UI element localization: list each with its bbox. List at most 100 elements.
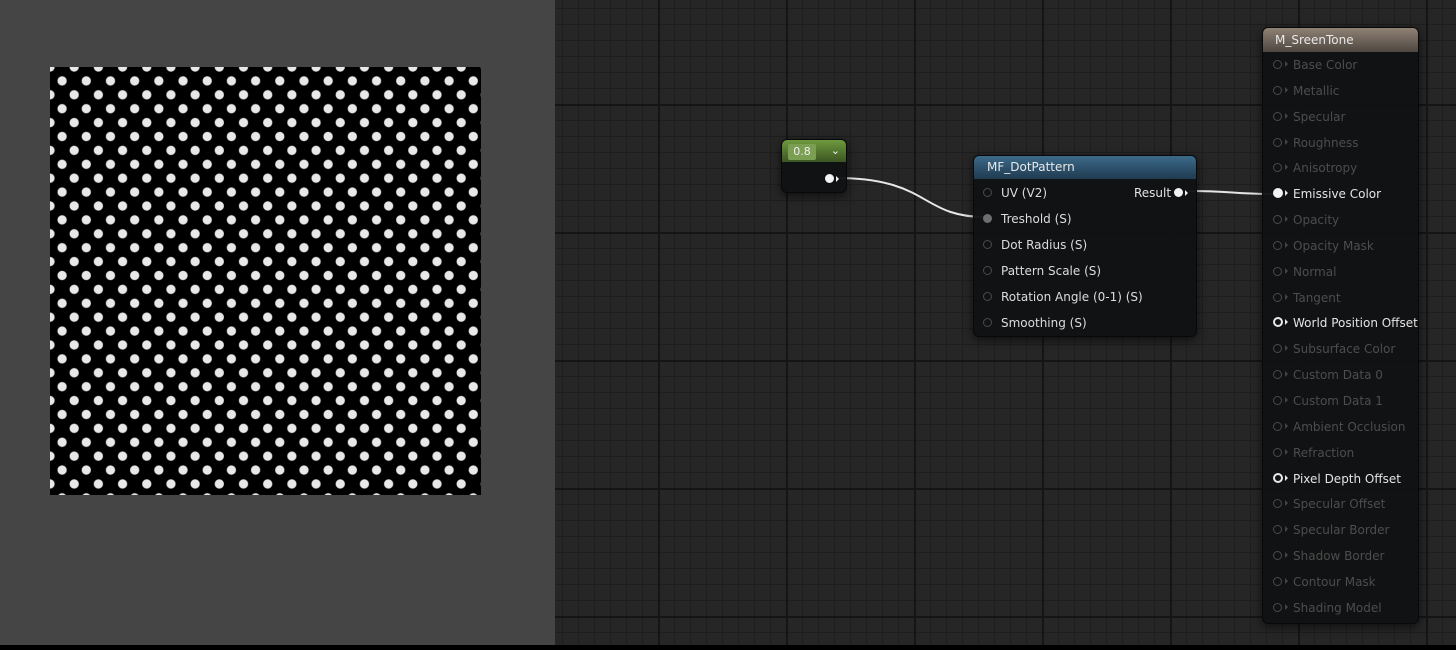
material-label-world-position-offset: World Position Offset: [1293, 316, 1418, 331]
material-label-roughness: Roughness: [1293, 135, 1359, 150]
dot-pattern-node-title[interactable]: MF_DotPattern: [974, 156, 1196, 179]
material-input-opacity-mask[interactable]: Opacity Mask: [1263, 233, 1418, 259]
material-input-pixel-depth-offset[interactable]: Pixel Depth Offset: [1263, 466, 1418, 492]
material-input-custom-data-0[interactable]: Custom Data 0: [1263, 362, 1418, 388]
input-pin-treshold[interactable]: [983, 214, 992, 223]
result-output-arrow-icon: [1185, 190, 1188, 196]
material-input-emissive-color[interactable]: Emissive Color: [1263, 181, 1418, 207]
pin-arrow-icon: [1285, 526, 1288, 533]
pin-arrow-icon: [1285, 164, 1288, 171]
input-pin-dot-radius[interactable]: [983, 240, 992, 249]
material-label-base-color: Base Color: [1293, 58, 1358, 72]
material-input-refraction[interactable]: Refraction: [1263, 440, 1418, 466]
material-label-opacity-mask: Opacity Mask: [1293, 238, 1374, 253]
material-pin-refraction[interactable]: [1273, 447, 1282, 457]
material-preview-viewport[interactable]: [0, 0, 555, 645]
material-pin-shadow-border[interactable]: [1273, 551, 1282, 561]
pin-arrow-icon: [1285, 396, 1288, 403]
material-input-roughness[interactable]: Roughness: [1263, 130, 1418, 156]
pin-arrow-icon: [1285, 345, 1288, 352]
dot-pattern-function-node[interactable]: MF_DotPattern UV (V2) Treshold (S) Dot Rad…: [973, 155, 1197, 337]
material-input-shadow-border[interactable]: Shadow Border: [1263, 543, 1418, 569]
input-label-treshold: Treshold (S): [1001, 212, 1072, 226]
pin-arrow-icon: [1285, 448, 1288, 455]
material-input-contour-mask[interactable]: Contour Mask: [1263, 569, 1418, 595]
input-label-pattern-scale: Pattern Scale (S): [1001, 264, 1102, 278]
pin-arrow-icon: [1285, 267, 1288, 274]
pin-arrow-icon: [1285, 190, 1288, 197]
material-input-anisotropy[interactable]: Anisotropy: [1263, 155, 1418, 181]
material-pin-pixel-depth-offset[interactable]: [1273, 472, 1283, 483]
material-label-refraction: Refraction: [1293, 445, 1355, 460]
material-pin-tangent[interactable]: [1273, 292, 1282, 302]
material-input-specular[interactable]: Specular: [1263, 104, 1418, 130]
material-result-node[interactable]: M_SreenTone Base Color Metallic Specular Ro…: [1262, 27, 1419, 624]
bottom-edge: [0, 645, 1456, 650]
result-output-pin[interactable]: [1174, 188, 1183, 197]
material-pin-roughness[interactable]: [1273, 137, 1282, 147]
material-pin-emissive-color[interactable]: [1273, 188, 1283, 199]
material-input-metallic[interactable]: Metallic: [1263, 78, 1418, 104]
input-pin-smoothing[interactable]: [983, 318, 992, 327]
input-row-rotation-angle[interactable]: Rotation Angle (0-1) (S): [974, 284, 1196, 310]
material-input-world-position-offset[interactable]: World Position Offset: [1263, 310, 1418, 336]
material-pin-specular[interactable]: [1273, 111, 1282, 121]
material-label-shading-model: Shading Model: [1293, 600, 1382, 615]
material-input-base-color[interactable]: Base Color: [1263, 52, 1418, 78]
material-label-normal: Normal: [1293, 264, 1337, 279]
pin-arrow-icon: [1285, 112, 1288, 119]
material-pin-subsurface-color[interactable]: [1273, 344, 1282, 354]
material-input-ambient-occlusion[interactable]: Ambient Occlusion: [1263, 414, 1418, 440]
input-row-dot-radius[interactable]: Dot Radius (S): [974, 232, 1196, 258]
pin-arrow-icon: [1285, 61, 1288, 67]
input-row-pattern-scale[interactable]: Pattern Scale (S): [974, 258, 1196, 284]
constant-node-header[interactable]: 0.8 ⌄: [782, 140, 846, 162]
input-row-treshold[interactable]: Treshold (S): [974, 206, 1196, 232]
material-pin-shading-model[interactable]: [1273, 602, 1282, 612]
pin-arrow-icon: [1285, 500, 1288, 507]
material-pin-world-position-offset[interactable]: [1273, 317, 1283, 328]
material-input-tangent[interactable]: Tangent: [1263, 285, 1418, 311]
pin-arrow-icon: [1285, 86, 1288, 93]
material-pin-custom-data-1[interactable]: [1273, 395, 1282, 405]
material-pin-opacity[interactable]: [1273, 215, 1282, 225]
material-label-opacity: Opacity: [1293, 213, 1340, 228]
material-input-shading-model[interactable]: Shading Model: [1263, 595, 1418, 621]
material-input-specular-offset[interactable]: Specular Offset: [1263, 491, 1418, 517]
constant-node[interactable]: 0.8 ⌄: [781, 139, 847, 193]
input-pin-uv[interactable]: [983, 188, 992, 197]
material-pin-normal[interactable]: [1273, 266, 1282, 276]
input-label-uv: UV (V2): [1001, 186, 1048, 200]
material-label-emissive-color: Emissive Color: [1293, 187, 1382, 202]
input-row-smoothing[interactable]: Smoothing (S): [974, 310, 1196, 336]
material-label-subsurface-color: Subsurface Color: [1293, 342, 1396, 357]
material-pin-opacity-mask[interactable]: [1273, 240, 1282, 250]
material-pin-specular-border[interactable]: [1273, 525, 1282, 535]
material-input-subsurface-color[interactable]: Subsurface Color: [1263, 336, 1418, 362]
material-pin-metallic[interactable]: [1273, 85, 1282, 95]
material-label-tangent: Tangent: [1293, 290, 1341, 305]
material-input-specular-border[interactable]: Specular Border: [1263, 517, 1418, 543]
material-pin-custom-data-0[interactable]: [1273, 370, 1282, 380]
material-node-title[interactable]: M_SreenTone: [1263, 28, 1418, 52]
chevron-down-icon[interactable]: ⌄: [831, 140, 840, 162]
result-output-label: Result: [1134, 186, 1172, 200]
pin-arrow-icon: [1285, 371, 1288, 378]
material-pin-contour-mask[interactable]: [1273, 576, 1282, 586]
constant-output-pin[interactable]: [825, 174, 834, 183]
material-pin-specular-offset[interactable]: [1273, 499, 1282, 509]
input-pin-rotation-angle[interactable]: [983, 292, 992, 301]
material-pin-ambient-occlusion[interactable]: [1273, 421, 1282, 431]
material-input-normal[interactable]: Normal: [1263, 259, 1418, 285]
material-input-list: Base Color Metallic Specular Roughness Aniso…: [1263, 52, 1418, 621]
screen-tone-preview-image: [50, 67, 481, 495]
material-label-specular-border: Specular Border: [1293, 523, 1390, 538]
material-input-opacity[interactable]: Opacity: [1263, 207, 1418, 233]
constant-value[interactable]: 0.8: [788, 144, 816, 160]
pin-arrow-icon: [1285, 603, 1288, 610]
pin-arrow-icon: [1285, 293, 1288, 300]
material-input-custom-data-1[interactable]: Custom Data 1: [1263, 388, 1418, 414]
input-pin-pattern-scale[interactable]: [983, 266, 992, 275]
material-pin-anisotropy[interactable]: [1273, 163, 1282, 173]
material-pin-base-color[interactable]: [1273, 60, 1282, 69]
